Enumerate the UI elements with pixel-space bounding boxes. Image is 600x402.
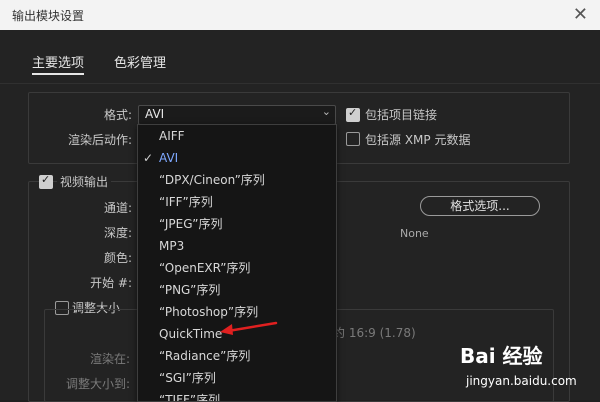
menu-item-aiff[interactable]: AIFF [138,125,336,147]
close-icon[interactable]: ✕ [573,4,588,25]
watermark-url: jingyan.baidu.com [466,374,577,388]
channels-label: 通道: [103,201,132,215]
chevron-down-icon: ⌄ [321,105,331,118]
annotation-arrow-icon [220,321,278,335]
video-output-checkbox[interactable] [39,173,53,189]
menu-item-avi[interactable]: ✓ AVI [138,147,336,169]
format-label: 格式: [103,108,132,122]
menu-item-sgi-sequence[interactable]: “SGI”序列 [138,367,336,389]
color-label: 颜色: [103,251,132,265]
format-options-button[interactable]: 格式选项... [420,196,540,216]
codec-value: None [400,227,429,240]
depth-label: 深度: [103,226,132,240]
menu-item-tiff-sequence[interactable]: “TIFF”序列 [138,389,336,401]
start-number-label: 开始 #: [90,276,132,290]
window-title: 输出模块设置 [12,9,85,23]
tab-color-management[interactable]: 色彩管理 [114,52,166,71]
baidu-watermark: Bai 经验 jingyan.baidu.com [460,340,590,398]
video-output-label: 视频输出 [57,173,112,190]
format-select[interactable]: AVI ⌄ [138,105,336,125]
render-at-label: 渲染在: [89,352,130,366]
aspect-ratio-text: 约 16:9 (1.78) [333,326,416,340]
menu-item-iff-sequence[interactable]: “IFF”序列 [138,191,336,213]
menu-item-radiance-sequence[interactable]: “Radiance”序列 [138,345,336,367]
tab-main-options[interactable]: 主要选项 [32,52,85,75]
resize-to-label: 调整大小到: [65,377,130,391]
menu-item-png-sequence[interactable]: “PNG”序列 [138,279,336,301]
checkmark-icon: ✓ [143,151,154,165]
menu-item-dpx-cineon-sequence[interactable]: “DPX/Cineon”序列 [138,169,336,191]
include-source-xmp-label: 包括源 XMP 元数据 [365,133,471,147]
format-dropdown-menu: AIFF ✓ AVI “DPX/Cineon”序列 “IFF”序列 “JPEG”… [137,124,337,402]
format-select-value: AVI [145,107,165,121]
tab-divider [0,83,600,84]
menu-item-mp3[interactable]: MP3 [138,235,336,257]
include-project-link-checkbox[interactable] [346,106,360,122]
menu-item-jpeg-sequence[interactable]: “JPEG”序列 [138,213,336,235]
include-project-link-label: 包括项目链接 [365,108,438,122]
menu-item-openexr-sequence[interactable]: “OpenEXR”序列 [138,257,336,279]
include-source-xmp-checkbox[interactable] [346,132,360,146]
post-render-label: 渲染后动作: [67,133,132,147]
watermark-brand: Bai 经验 [460,344,543,368]
title-bar: 输出模块设置 ✕ [0,0,600,31]
